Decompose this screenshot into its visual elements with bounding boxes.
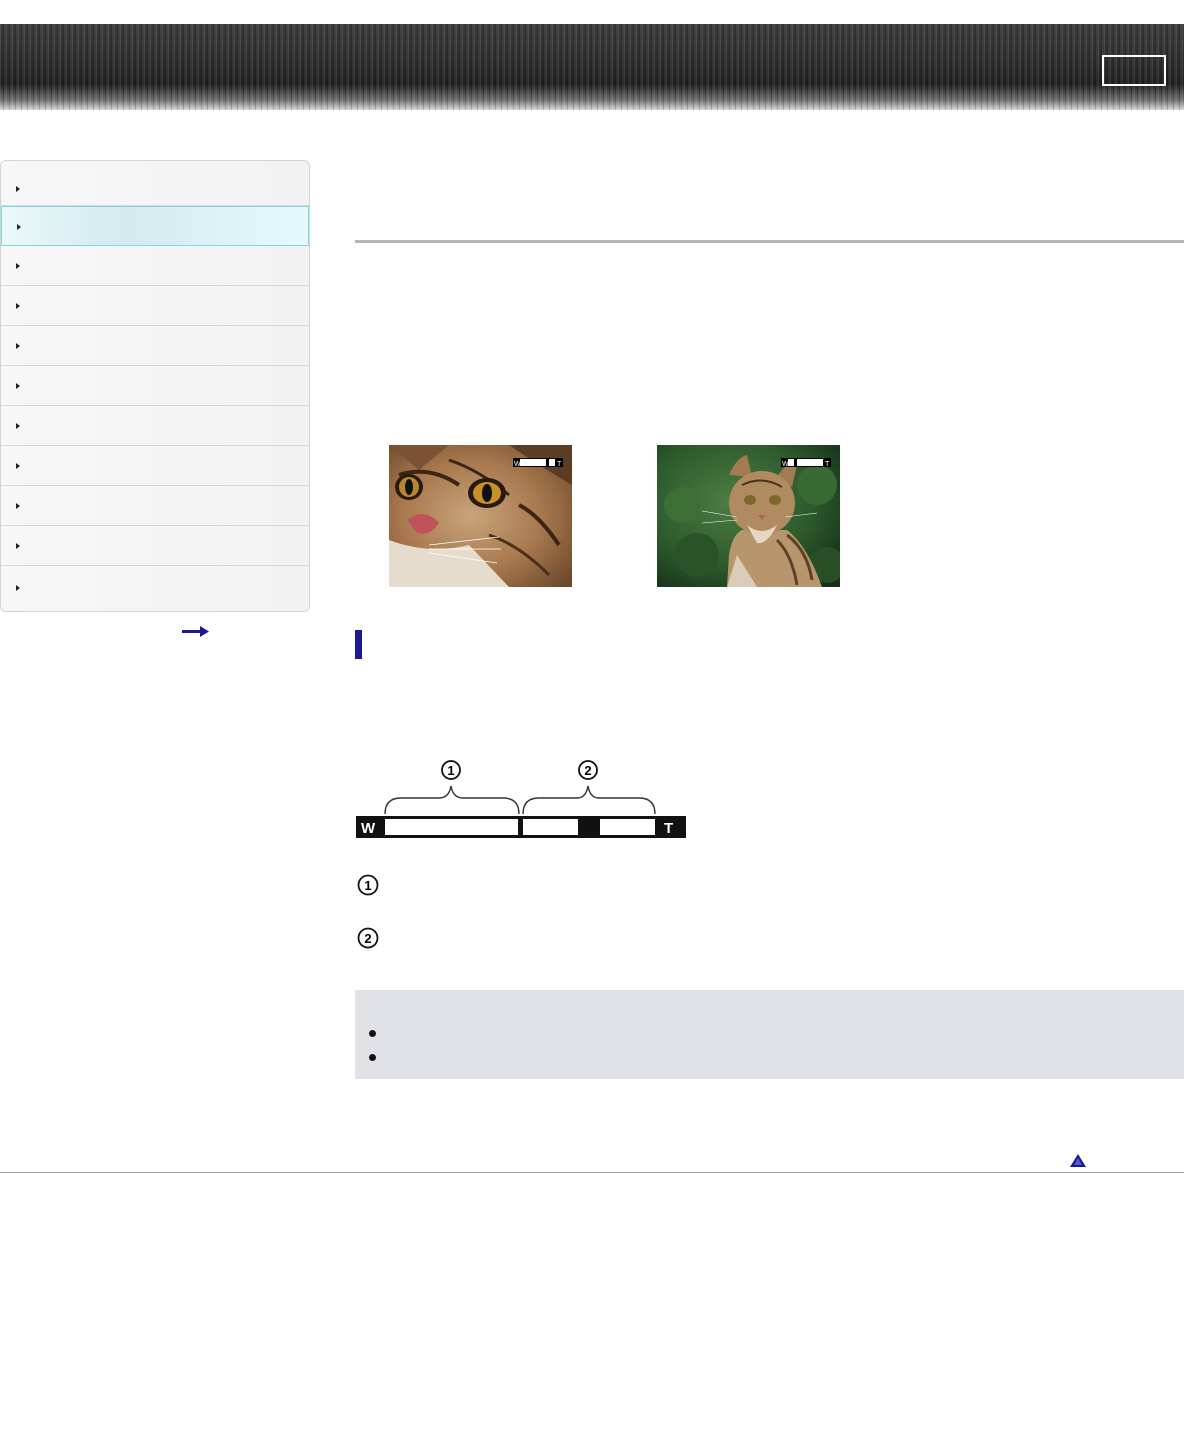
header-search-button[interactable]	[1102, 55, 1166, 86]
triangle-right-icon	[16, 263, 20, 269]
title-divider	[355, 240, 1184, 243]
zoom-indicator: W T	[781, 458, 831, 468]
sidebar-item-7[interactable]	[1, 406, 309, 446]
sidebar-item-6[interactable]	[1, 366, 309, 406]
triangle-right-icon	[16, 186, 20, 192]
svg-text:1: 1	[364, 878, 371, 893]
triangle-right-icon	[16, 585, 20, 591]
legend-number-2: 2	[357, 927, 379, 949]
zoom-indicator: W T	[513, 458, 563, 468]
sidebar-item-5[interactable]	[1, 326, 309, 366]
sidebar-item-1[interactable]	[1, 161, 309, 206]
zoom-range-marker-1: 1	[441, 760, 461, 780]
digital-zoom-segment-b	[600, 819, 655, 835]
svg-text:2: 2	[584, 763, 591, 778]
zoom-range-brace-2	[522, 785, 656, 815]
sidebar-item-11[interactable]	[1, 566, 309, 611]
sidebar-item-8[interactable]	[1, 446, 309, 486]
zoom-range-brace-1	[384, 785, 520, 815]
cat-closeup-image: W T	[389, 445, 572, 587]
zoom-t-label: T	[557, 461, 562, 468]
page-header	[0, 24, 1184, 110]
triangle-right-icon	[16, 423, 20, 429]
arrow-right-icon[interactable]	[182, 626, 210, 638]
sidebar-item-10[interactable]	[1, 526, 309, 566]
footer-divider	[0, 1172, 1184, 1173]
cat-wide-image: W T	[657, 445, 840, 587]
zoom-scale-diagram: 1 2 W T	[356, 760, 686, 838]
optical-zoom-segment	[385, 819, 518, 835]
legend-number-1: 1	[357, 874, 379, 896]
zoom-w-label: W	[514, 461, 521, 468]
bullet-icon	[369, 1030, 376, 1037]
triangle-right-icon	[16, 303, 20, 309]
bullet-icon	[369, 1054, 376, 1061]
sidebar-item-2[interactable]	[1, 206, 309, 246]
section-heading-marker	[355, 630, 362, 659]
triangle-right-icon	[16, 503, 20, 509]
triangle-right-icon	[17, 224, 21, 230]
sidebar-item-3[interactable]	[1, 246, 309, 286]
notes-box	[355, 990, 1184, 1079]
triangle-right-icon	[16, 463, 20, 469]
back-to-top-icon[interactable]	[1070, 1154, 1086, 1168]
svg-text:2: 2	[364, 931, 371, 946]
sidebar-item-4[interactable]	[1, 286, 309, 326]
triangle-right-icon	[16, 383, 20, 389]
zoom-bar-t-label: T	[664, 820, 673, 837]
zoom-bar-w-label: W	[361, 820, 376, 837]
zoom-w-label: W	[782, 461, 789, 468]
sidebar-item-9[interactable]	[1, 486, 309, 526]
digital-zoom-segment-a	[523, 819, 578, 835]
zoom-range-marker-2: 2	[578, 760, 598, 780]
svg-text:1: 1	[447, 763, 454, 778]
zoom-t-label: T	[825, 461, 830, 468]
sidebar-nav	[0, 160, 310, 612]
triangle-right-icon	[16, 343, 20, 349]
triangle-right-icon	[16, 543, 20, 549]
